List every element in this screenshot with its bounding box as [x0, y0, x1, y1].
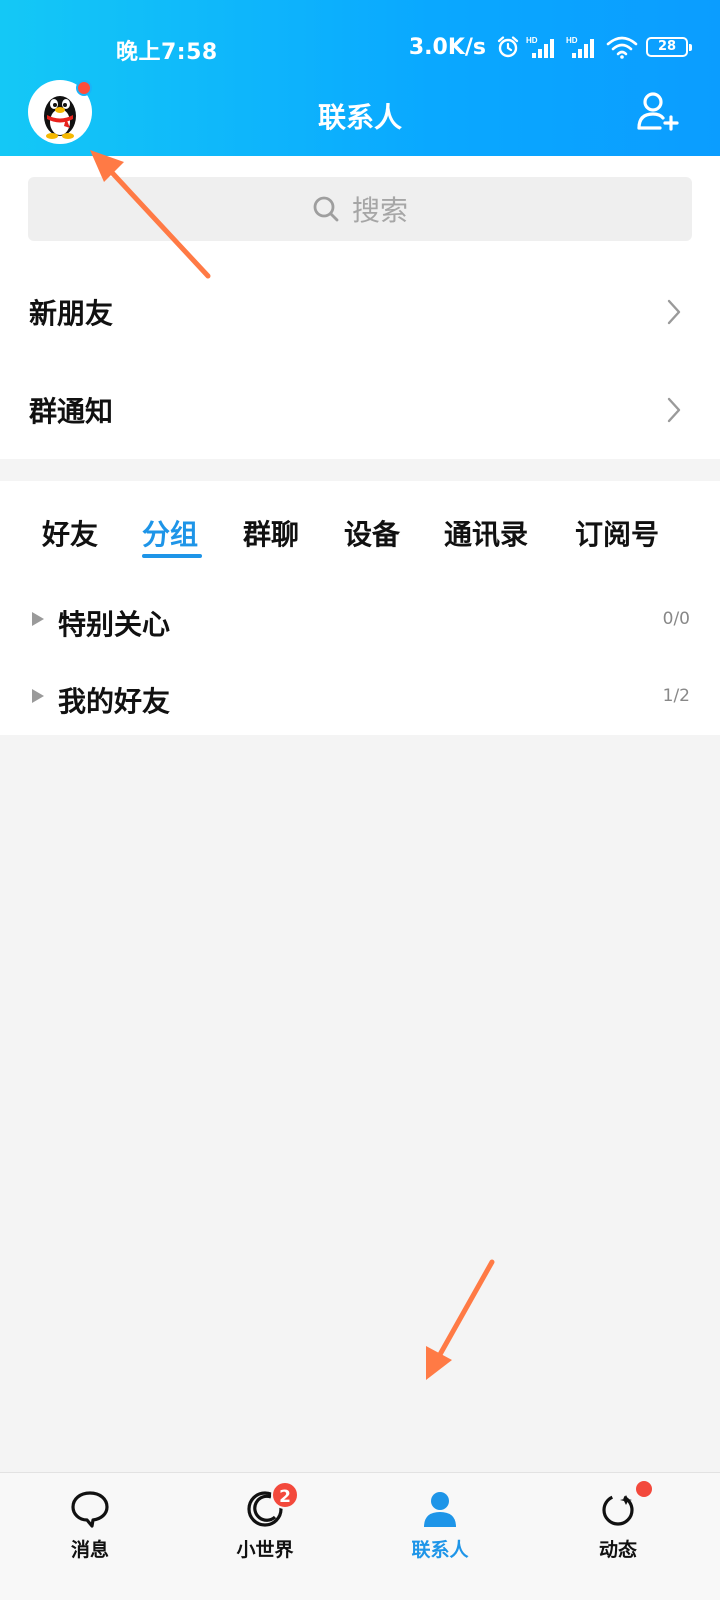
menu-item-new-friends[interactable]: 新朋友 [0, 263, 720, 361]
chat-bubble-icon [71, 1491, 109, 1528]
tab-address-book[interactable]: 通讯录 [444, 513, 528, 553]
app-header: 晚上7:58 3.0K/s HD HD 28 联系人 [0, 0, 720, 156]
menu-item-label: 群通知 [29, 395, 114, 428]
nav-label: 动态 [598, 1539, 637, 1561]
group-name: 我的好友 [58, 685, 171, 718]
nav-label: 消息 [70, 1539, 109, 1561]
signal-icon-2: HD [566, 36, 594, 58]
battery-indicator: 28 [646, 37, 692, 57]
nav-item-contacts[interactable]: 联系人 [370, 1473, 510, 1600]
group-count: 1/2 [662, 686, 690, 706]
group-row-special-care[interactable]: 特别关心 0/0 [0, 585, 720, 655]
tab-groups[interactable]: 分组 [142, 513, 198, 553]
contacts-top-section: 搜索 新朋友 群通知 [0, 156, 720, 459]
chevron-right-icon [667, 299, 681, 325]
menu-item-label: 新朋友 [29, 297, 114, 330]
avatar-notification-dot [76, 80, 92, 96]
search-icon [313, 196, 339, 222]
group-count: 0/0 [662, 609, 690, 629]
nav-item-messages[interactable]: 消息 [20, 1473, 160, 1600]
nav-item-small-world[interactable]: 2 小世界 [195, 1473, 335, 1600]
page-title: 联系人 [317, 101, 402, 134]
nav-label: 小世界 [236, 1539, 294, 1561]
notification-dot [636, 1481, 652, 1497]
status-time: 晚上7:58 [116, 40, 218, 65]
add-person-icon [637, 92, 679, 131]
svg-text:HD: HD [526, 36, 538, 45]
group-name: 特别关心 [58, 608, 171, 641]
star-orbit-icon [602, 1494, 634, 1526]
net-speed: 3.0K/s [408, 34, 486, 60]
notification-badge: 2 [271, 1481, 299, 1509]
expand-triangle-icon [32, 612, 44, 626]
expand-triangle-icon [32, 689, 44, 703]
contacts-tabs-section: 好友 分组 群聊 设备 通讯录 订阅号 特别关心 0/0 我的好友 1/2 [0, 481, 720, 735]
person-icon [424, 1492, 456, 1527]
chevron-right-icon [667, 397, 681, 423]
nav-item-moments[interactable]: 动态 [548, 1473, 688, 1600]
tab-group-chats[interactable]: 群聊 [243, 513, 299, 553]
signal-icon: HD [526, 36, 554, 58]
search-bar[interactable]: 搜索 [28, 177, 692, 241]
tab-devices[interactable]: 设备 [344, 513, 400, 553]
nav-label: 联系人 [411, 1539, 469, 1561]
status-bar-right: 3.0K/s HD HD 28 [408, 32, 692, 62]
svg-text:HD: HD [566, 36, 578, 45]
add-friend-button[interactable] [634, 90, 682, 134]
group-row-my-friends[interactable]: 我的好友 1/2 [0, 662, 720, 732]
wifi-icon [606, 36, 638, 59]
alarm-icon [497, 36, 519, 58]
tab-subscriptions[interactable]: 订阅号 [575, 513, 659, 553]
tab-friends[interactable]: 好友 [42, 513, 98, 553]
active-tab-indicator [142, 554, 202, 558]
search-placeholder: 搜索 [351, 194, 408, 227]
menu-item-group-notice[interactable]: 群通知 [0, 361, 720, 459]
bottom-navigation: 消息 2 小世界 联系人 动态 [0, 1472, 720, 1600]
